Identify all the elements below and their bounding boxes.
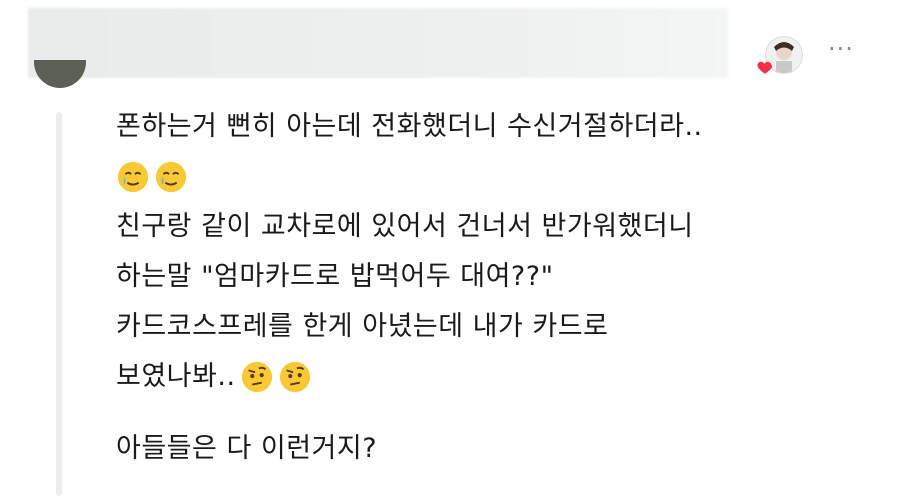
reply-thread-line [56,112,62,496]
face-with-raised-eyebrow-icon [241,361,272,393]
comment-text: 카드코스프레를 한게 아녔는데 내가 카드로 [116,311,609,342]
comment-line: 친구랑 같이 교차로에 있어서 건너서 반가워했더니 [116,202,876,252]
comment-line: 폰하는거 뻔히 아는데 전화했더니 수신거절하더라.. [116,102,876,152]
comment-text: 보였나봐.. [116,361,236,392]
comment-text: 폰하는거 뻔히 아는데 전화했더니 수신거절하더라.. [116,111,703,142]
comment-text: 친구랑 같이 교차로에 있어서 건너서 반가워했더니 [116,211,694,242]
comment-text: 아들들은 다 이런거지? [116,433,378,464]
comment-line: 아들들은 다 이런거지? [116,424,876,474]
smiling-face-with-tear-icon [155,161,187,193]
comment-line: 하는말 "엄마카드로 밥먹어두 대여??" [116,252,876,302]
emoji-row [116,152,876,202]
comment-body: 폰하는거 뻔히 아는데 전화했더니 수신거절하더라.. 친구랑 같이 교차로에 … [116,102,876,474]
author-avatar[interactable] [34,60,86,88]
comment-line: 카드코스프레를 한게 아녔는데 내가 카드로 [116,302,876,352]
comment-line: 보였나봐.. [116,352,876,402]
comment-text: 하는말 "엄마카드로 밥먹어두 대여??" [116,261,554,292]
smiling-face-with-tear-icon [117,161,149,193]
heart-icon[interactable] [756,58,774,76]
more-options-icon[interactable]: ··· [828,37,854,61]
blurred-author-header [28,8,728,78]
face-with-raised-eyebrow-icon [279,361,310,393]
